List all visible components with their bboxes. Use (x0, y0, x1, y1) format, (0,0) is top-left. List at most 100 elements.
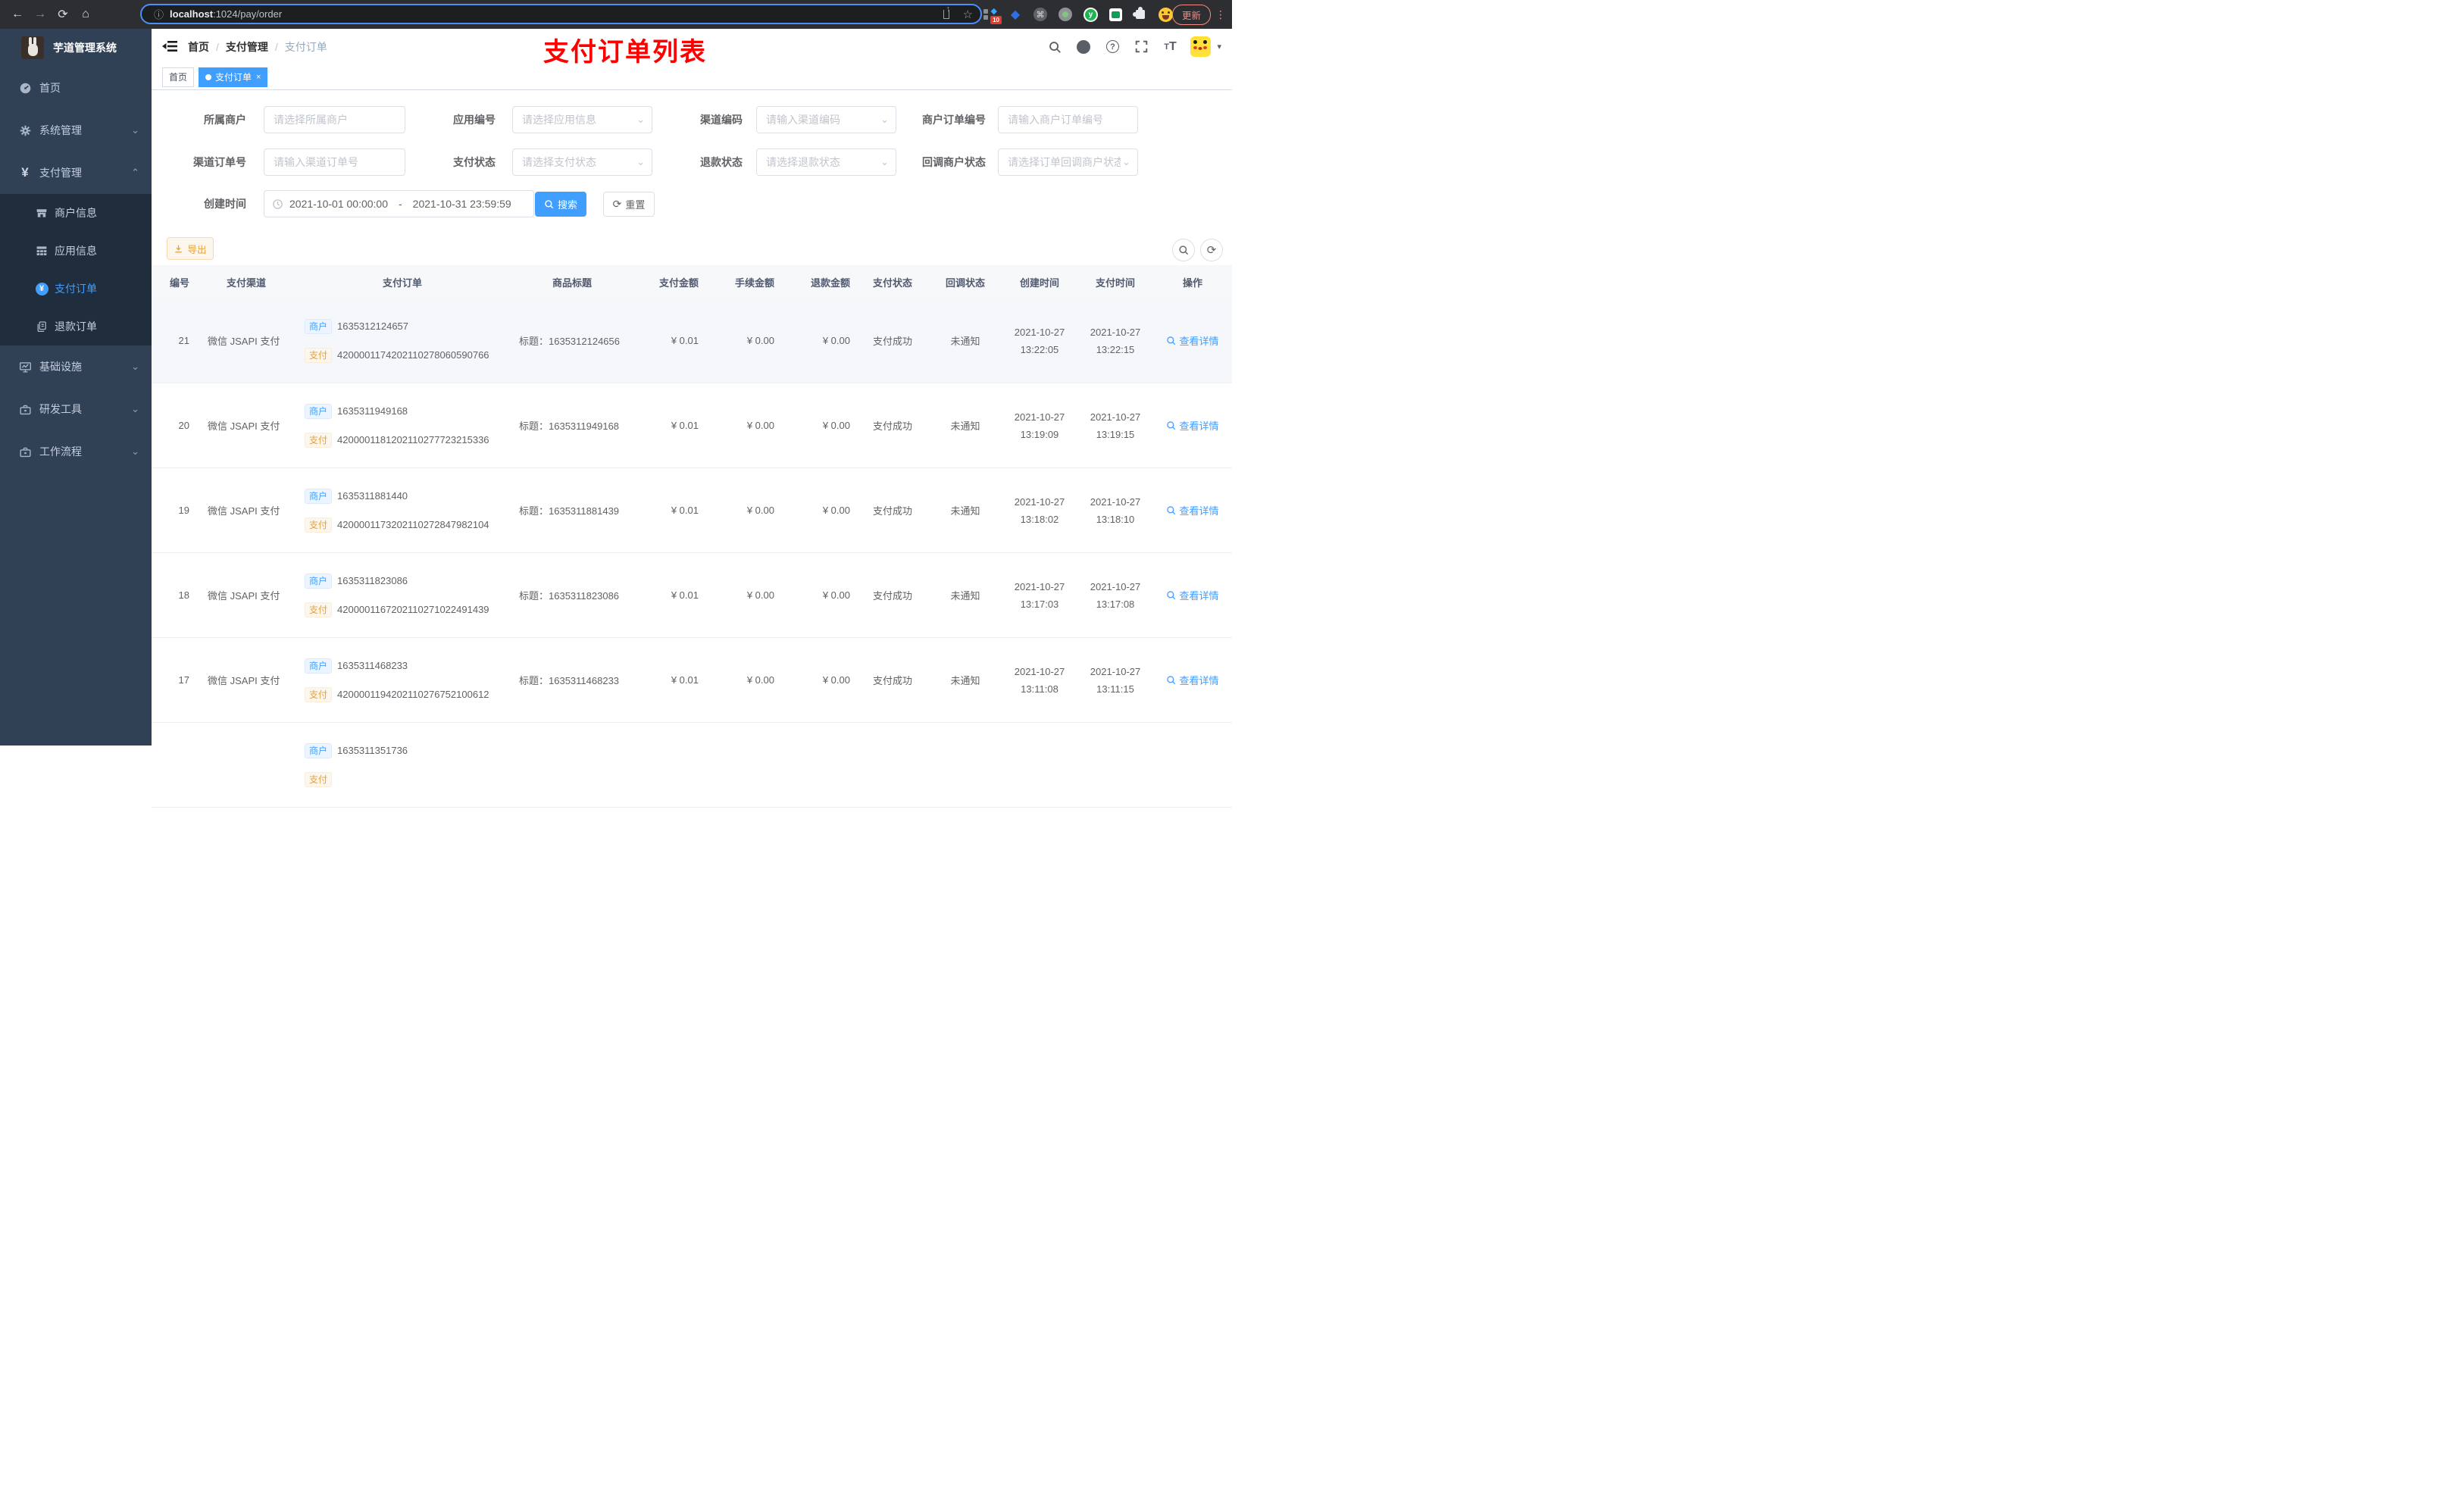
view-detail-link[interactable]: 查看详情 (1153, 638, 1232, 722)
merchant-select[interactable] (264, 106, 405, 133)
extension-chat-icon[interactable] (1109, 8, 1122, 21)
channel-order-no-input[interactable] (264, 148, 405, 176)
view-detail-link[interactable]: 查看详情 (1153, 553, 1232, 637)
browser-update-button[interactable]: 更新 (1171, 4, 1211, 25)
extensions-puzzle-icon[interactable] (1133, 7, 1147, 21)
refund-docs-icon (35, 320, 48, 333)
pay-order-icon: ¥ (35, 282, 48, 295)
close-icon[interactable]: × (256, 73, 261, 82)
table-row[interactable]: 19 微信 JSAPI 支付 商户 1635311881440 支付 4200001… (152, 468, 1232, 553)
filter-label-refund-status: 退款状态 (700, 156, 743, 168)
breadcrumb-current: 支付订单 (284, 40, 327, 53)
toolbox-icon (18, 402, 32, 416)
extension-command-icon[interactable]: ⌘ (1033, 8, 1047, 21)
view-detail-link[interactable]: 查看详情 (1153, 468, 1232, 552)
sidebar-item-merchant-info[interactable]: 商户信息 (0, 194, 152, 232)
sidebar-item-payment[interactable]: ¥ 支付管理 ⌃ (0, 152, 152, 194)
briefcase-icon (18, 445, 32, 458)
table-refresh-button[interactable]: ⟳ (1200, 239, 1223, 261)
merchant-order-tag: 商户 (305, 573, 333, 589)
app-logo[interactable]: 芋道管理系统 (0, 29, 152, 67)
filter-label-notify-status: 回调商户状态 (922, 156, 986, 168)
filter-label-merchant: 所属商户 (204, 114, 246, 126)
extension-gem-icon[interactable]: ◆ (1008, 8, 1022, 21)
table-row[interactable]: 21 微信 JSAPI 支付 商户 1635312124657 支付 4200001… (152, 299, 1232, 383)
browser-menu-icon[interactable]: ⋮ (1215, 8, 1226, 21)
sidebar-item-dev-tools[interactable]: 研发工具 ⌄ (0, 388, 152, 430)
table-row[interactable]: 17 微信 JSAPI 支付 商户 1635311468233 支付 4200001… (152, 638, 1232, 723)
view-detail-link[interactable]: 查看详情 (1153, 299, 1232, 383)
browser-profile-avatar[interactable] (1159, 7, 1173, 22)
extension-pin-icon[interactable]: 10 (983, 6, 1002, 24)
extension-yudao-icon[interactable]: y (1083, 7, 1098, 22)
pay-order-tag: 支付 (305, 602, 333, 617)
notify-status-select[interactable]: ⌄ (998, 148, 1138, 176)
sidebar-item-system[interactable]: 系统管理 ⌄ (0, 109, 152, 152)
sidebar-item-infra[interactable]: 基础设施 ⌄ (0, 345, 152, 388)
share-icon[interactable] (943, 5, 950, 19)
table-row[interactable]: 商户 1635311351736 支付 (152, 723, 1232, 808)
search-icon[interactable] (1046, 39, 1063, 55)
date-end: 2021-10-31 23:59:59 (412, 198, 511, 210)
merchant-order-tag: 商户 (305, 318, 333, 334)
merchant-order-no-input[interactable] (998, 106, 1138, 133)
search-button[interactable]: 搜索 (535, 191, 586, 217)
create-time-range-picker[interactable]: 2021-10-01 00:00:00 - 2021-10-31 23:59:5… (264, 190, 534, 217)
sidebar-item-pay-order[interactable]: ¥ 支付订单 (0, 270, 152, 308)
pay-status-select[interactable]: ⌄ (512, 148, 652, 176)
tab-home[interactable]: 首页 (162, 67, 195, 87)
dashboard-icon (18, 81, 32, 95)
merchant-order-tag: 商户 (305, 488, 333, 504)
app-header: 首页 / 支付管理 / 支付订单 支付订单列表 ? TT ▾ (152, 29, 1232, 67)
sidebar-item-workflow[interactable]: 工作流程 ⌄ (0, 430, 152, 473)
browser-back-button[interactable]: ← (6, 8, 29, 21)
browser-home-button[interactable]: ⌂ (74, 8, 97, 21)
sidebar-item-home[interactable]: 首页 (0, 67, 152, 109)
font-size-icon[interactable]: TT (1162, 39, 1178, 55)
extension-record-icon[interactable] (1058, 8, 1072, 21)
table-search-toggle-button[interactable] (1172, 239, 1195, 261)
app-title: 芋道管理系统 (53, 42, 117, 54)
breadcrumb: 首页 / 支付管理 / 支付订单 (188, 39, 327, 55)
address-bar[interactable]: ⓘ localhost:1024/pay/order ☆ (140, 4, 982, 24)
clock-icon (272, 198, 283, 210)
fullscreen-icon[interactable] (1133, 39, 1149, 55)
sidebar-item-refund-order[interactable]: 退款订单 (0, 308, 152, 345)
chevron-up-icon: ⌃ (131, 167, 139, 178)
site-info-icon[interactable]: ⓘ (154, 7, 164, 21)
app-select[interactable]: ⌄ (512, 106, 652, 133)
filter-label-pay-status: 支付状态 (453, 156, 496, 168)
avatar-caret-icon[interactable]: ▾ (1217, 42, 1221, 52)
filter-label-merchant-order-no: 商户订单编号 (922, 114, 986, 126)
table-row[interactable]: 18 微信 JSAPI 支付 商户 1635311823086 支付 4200001… (152, 553, 1232, 638)
channel-code-select[interactable]: ⌄ (756, 106, 896, 133)
export-button[interactable]: 导出 (167, 237, 214, 260)
active-dot-icon (205, 73, 212, 80)
bookmark-star-icon[interactable]: ☆ (963, 8, 973, 21)
sidebar-collapse-icon[interactable] (162, 39, 177, 54)
page-title-annotation: 支付订单列表 (543, 38, 707, 67)
browser-forward-button[interactable]: → (29, 8, 52, 21)
chevron-down-icon: ⌄ (131, 361, 139, 372)
filter-label-channel-code: 渠道编码 (700, 114, 743, 126)
user-avatar[interactable] (1190, 36, 1212, 57)
sidebar-item-app-info[interactable]: 应用信息 (0, 232, 152, 270)
tags-view-bar: 首页 支付订单 × (152, 64, 1232, 90)
github-icon[interactable] (1075, 39, 1092, 55)
pay-order-tag: 支付 (305, 517, 333, 533)
refund-status-select[interactable]: ⌄ (756, 148, 896, 176)
table-row[interactable]: 20 微信 JSAPI 支付 商户 1635311949168 支付 4200001… (152, 383, 1232, 468)
view-detail-link[interactable] (1153, 723, 1232, 807)
reset-button[interactable]: ⟳ 重置 (603, 191, 655, 217)
tab-pay-order[interactable]: 支付订单 × (199, 67, 268, 87)
store-icon (35, 206, 48, 220)
browser-reload-button[interactable]: ⟳ (52, 7, 74, 22)
breadcrumb-section[interactable]: 支付管理 (226, 39, 268, 55)
pay-order-tag: 支付 (305, 347, 333, 363)
breadcrumb-home[interactable]: 首页 (188, 39, 209, 55)
filter-label-app: 应用编号 (453, 114, 496, 126)
chevron-down-icon: ⌄ (131, 445, 139, 457)
view-detail-link[interactable]: 查看详情 (1153, 383, 1232, 467)
refresh-icon: ⟳ (612, 197, 622, 210)
help-icon[interactable]: ? (1104, 39, 1121, 55)
